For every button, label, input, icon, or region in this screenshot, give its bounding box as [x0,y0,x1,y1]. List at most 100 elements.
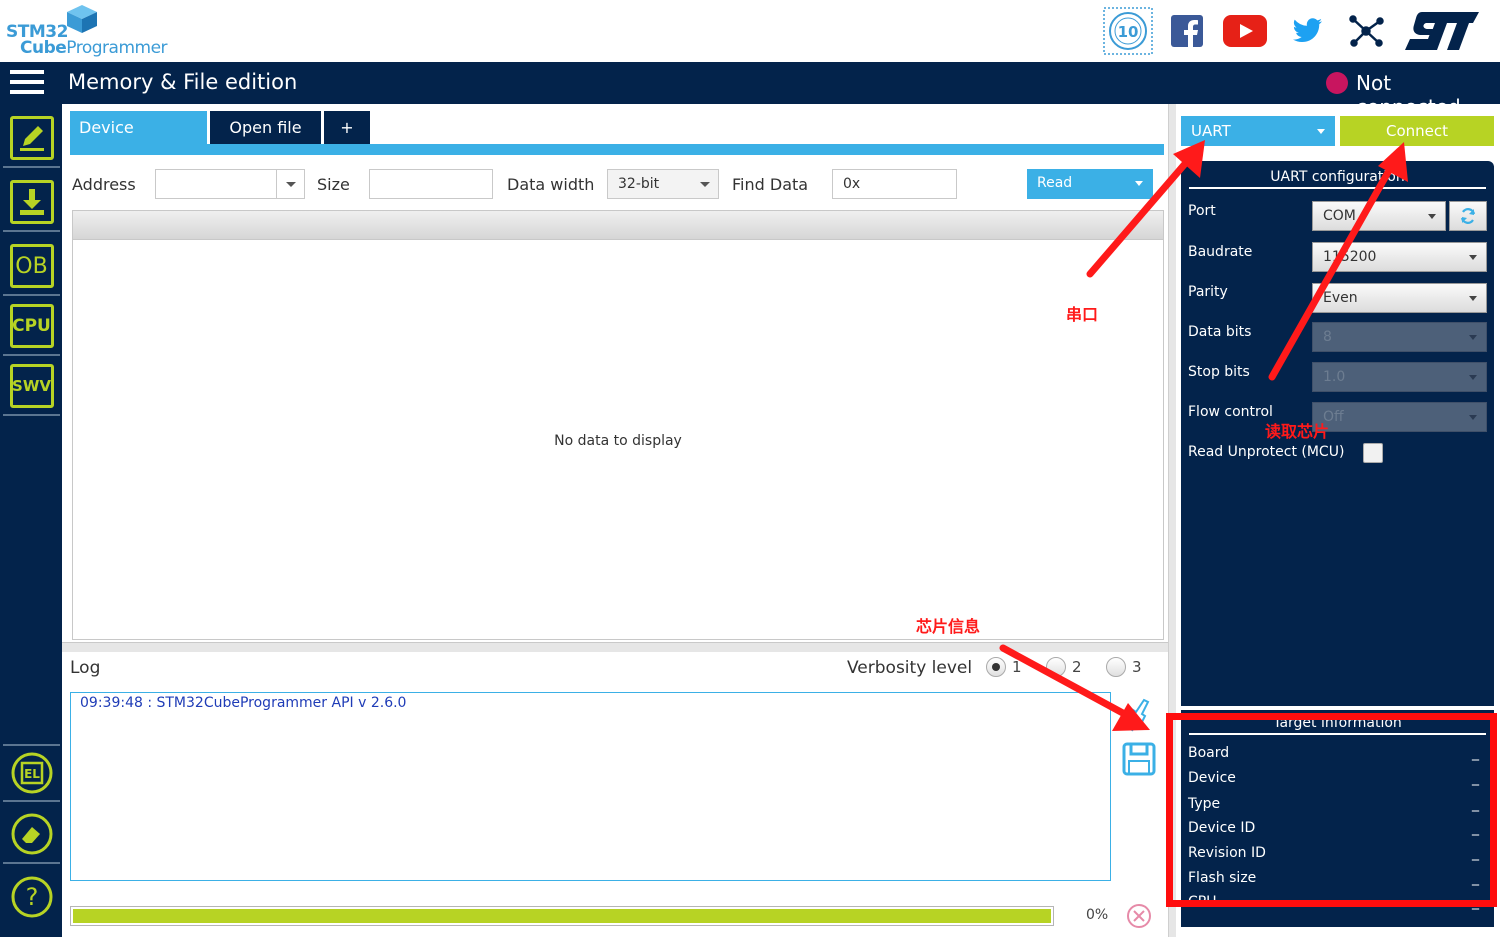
chevron-down-icon [1135,181,1143,186]
port-select[interactable]: COM [1312,201,1446,231]
stop-bits-select[interactable]: 1.0 [1312,362,1487,392]
find-data-label: Find Data [732,175,809,194]
eraser-icon [11,813,52,855]
log-line: 09:39:48 : STM32CubeProgrammer API v 2.6… [80,695,407,711]
el-chip-icon: EL [11,752,52,794]
sidebar-item-swv[interactable]: SWV [3,358,60,416]
cube-logo-icon [67,5,97,33]
chevron-down-icon [1469,335,1477,340]
help-icon: ? [11,876,52,918]
log-output[interactable]: 09:39:48 : STM32CubeProgrammer API v 2.6… [70,692,1111,881]
connection-status-text: Not connected [1356,71,1461,119]
tab-add[interactable]: + [324,111,370,144]
find-data-input[interactable]: 0x [832,169,957,199]
data-width-select[interactable]: 32-bit [607,169,719,199]
sidebar-item-el[interactable]: EL [3,744,60,802]
swv-icon: SWV [9,364,54,408]
no-data-message: No data to display [554,433,682,449]
tab-underline [70,144,1164,155]
size-input[interactable] [369,169,493,199]
verbosity-label: Verbosity level [847,658,973,678]
read-unprotect-label: Read Unprotect (MCU) [1188,444,1345,460]
data-bits-value: 8 [1323,329,1332,345]
address-combo[interactable] [155,169,305,199]
chevron-down-icon [700,182,710,187]
parity-select[interactable]: Even [1312,283,1487,313]
progress-fill [73,909,1051,923]
data-width-value: 32-bit [618,176,660,192]
youtube-icon[interactable] [1222,6,1268,56]
st-logo-icon[interactable] [1402,6,1482,56]
verbosity-option-3: 3 [1132,658,1142,676]
cpu-icon: CPU [9,304,54,348]
connect-button[interactable]: Connect [1340,116,1494,146]
verbosity-radio-1[interactable] [986,657,1006,677]
annotation-read-chip: 读取芯片 [1265,422,1330,441]
cancel-icon[interactable] [1126,903,1152,933]
baudrate-label: Baudrate [1188,244,1253,260]
annotation-chip-info: 芯片信息 [916,617,981,636]
chevron-down-icon [1469,415,1477,420]
baudrate-select[interactable]: 115200 [1312,242,1487,272]
panel-splitter[interactable] [62,642,1168,652]
chevron-down-icon [1428,214,1436,219]
annotation-highlight-box [1166,713,1497,907]
chevron-down-icon [1317,129,1325,134]
title-bar: Memory & File edition Not connected [0,62,1500,119]
flow-control-select[interactable]: Off [1312,402,1487,432]
interface-select[interactable]: UART [1181,116,1335,146]
connection-status-dot [1326,72,1348,94]
edit-icon [9,116,54,160]
port-label: Port [1188,203,1216,219]
address-label: Address [72,175,136,194]
refresh-ports-button[interactable] [1449,201,1487,231]
stop-bits-label: Stop bits [1188,364,1250,380]
progress-percent: 0% [1086,907,1109,923]
parity-value: Even [1323,290,1358,306]
svg-text:10: 10 [1118,23,1139,41]
data-bits-label: Data bits [1188,324,1252,340]
parity-label: Parity [1188,284,1228,300]
clear-log-icon[interactable] [1124,698,1154,736]
memory-toolbar: Address Size Data width 32-bit Find Data… [70,160,1164,208]
verbosity-radio-3[interactable] [1106,657,1126,677]
facebook-icon[interactable] [1170,6,1204,56]
uart-configuration-title: UART configuration [1189,169,1486,189]
hamburger-icon[interactable] [10,70,44,98]
memory-grid: No data to display [72,240,1164,640]
sidebar-item-cpu[interactable]: CPU [3,298,60,356]
data-bits-select[interactable]: 8 [1312,322,1487,352]
svg-text:?: ? [25,883,38,911]
anniversary-badge-icon[interactable]: 10 [1103,6,1153,56]
annotation-serial-port: 串口 [1066,305,1099,324]
page-title: Memory & File edition [68,70,298,94]
sidebar-item-download[interactable] [3,174,60,232]
ob-icon: OB [9,244,54,288]
sidebar-item-memory-edit[interactable] [3,110,60,168]
twitter-icon[interactable] [1290,6,1326,56]
log-label: Log [70,658,101,678]
logo-text-cubeprogrammer: CubeProgrammer [20,38,168,58]
chevron-down-icon [1469,296,1477,301]
verbosity-radio-2[interactable] [1046,657,1066,677]
sidebar-item-erase[interactable] [3,806,60,864]
left-sidebar: OB CPU SWV EL ? [0,104,62,937]
memory-grid-header [72,210,1164,240]
sidebar-item-help[interactable]: ? [3,868,60,926]
tab-device-memory[interactable]: Device memory [70,111,207,170]
read-unprotect-checkbox[interactable] [1363,443,1383,463]
stop-bits-value: 1.0 [1323,369,1346,385]
network-icon[interactable] [1346,6,1386,56]
verbosity-option-2: 2 [1072,658,1082,676]
chevron-down-icon [1469,255,1477,260]
chevron-down-icon [1469,375,1477,380]
verbosity-option-1: 1 [1012,658,1022,676]
sidebar-item-ob[interactable]: OB [3,238,60,296]
baudrate-value: 115200 [1323,249,1377,265]
tab-open-file[interactable]: Open file [210,111,321,144]
read-button[interactable]: Read [1027,169,1153,199]
save-log-icon[interactable] [1122,742,1156,780]
port-value: COM [1323,208,1356,224]
size-label: Size [317,175,350,194]
progress-bar [70,906,1054,926]
